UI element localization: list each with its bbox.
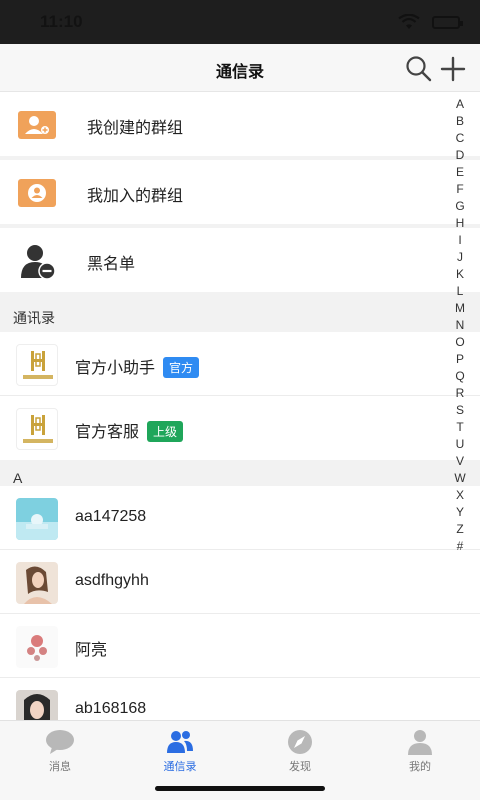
club-logo-avatar: [16, 408, 58, 450]
search-icon[interactable]: [404, 54, 434, 84]
index-letter[interactable]: N: [452, 317, 468, 334]
index-letter[interactable]: D: [452, 147, 468, 164]
section-header-label: 通讯录: [13, 310, 55, 326]
contact-row[interactable]: aa147258: [0, 486, 480, 550]
index-letter[interactable]: B: [452, 113, 468, 130]
compass-icon: [288, 730, 312, 754]
index-letter[interactable]: E: [452, 164, 468, 181]
index-letter[interactable]: G: [452, 198, 468, 215]
contact-name: aa147258: [75, 508, 147, 525]
group-add-icon: [18, 111, 56, 139]
contact-row-official-service[interactable]: 官方客服 上级: [0, 396, 480, 460]
index-letter[interactable]: H: [452, 215, 468, 232]
index-letter[interactable]: J: [452, 249, 468, 266]
wifi-icon: [398, 14, 420, 29]
index-letter[interactable]: Q: [452, 368, 468, 385]
index-letter[interactable]: L: [452, 283, 468, 300]
blacklist-icon: [21, 245, 56, 280]
status-bar: 11:10: [0, 0, 480, 44]
my-created-groups-row[interactable]: 我创建的群组: [0, 92, 480, 156]
blacklist-row[interactable]: 黑名单: [0, 228, 480, 292]
tab-label: 我的: [409, 761, 431, 773]
profile-icon: [408, 730, 432, 755]
home-indicator: [155, 786, 325, 791]
index-letter[interactable]: Z: [452, 521, 468, 538]
section-header-contacts: 通讯录: [0, 298, 480, 332]
index-letter[interactable]: R: [452, 385, 468, 402]
plus-icon[interactable]: [438, 54, 468, 84]
index-letter[interactable]: Y: [452, 504, 468, 521]
index-letter[interactable]: F: [452, 181, 468, 198]
index-letter[interactable]: #: [452, 538, 468, 555]
index-letter[interactable]: P: [452, 351, 468, 368]
group-row-label: 我加入的群组: [87, 188, 184, 205]
index-letter[interactable]: T: [452, 419, 468, 436]
tab-label: 通信录: [163, 761, 197, 773]
tab-contacts[interactable]: 通信录: [120, 729, 240, 774]
contact-row[interactable]: 阿亮: [0, 614, 480, 678]
index-letter[interactable]: I: [452, 232, 468, 249]
tab-label: 发现: [289, 761, 311, 773]
status-time: 11:10: [40, 12, 83, 31]
index-letter[interactable]: M: [452, 300, 468, 317]
contact-name-text: 官方小助手: [75, 360, 156, 377]
tab-label: 消息: [49, 761, 71, 773]
section-header-label: A: [13, 470, 23, 486]
avatar: [16, 690, 58, 720]
club-logo-avatar: [16, 344, 58, 386]
index-letter[interactable]: A: [452, 96, 468, 113]
index-letter[interactable]: K: [452, 266, 468, 283]
my-joined-groups-row[interactable]: 我加入的群组: [0, 160, 480, 224]
tab-discover[interactable]: 发现: [240, 729, 360, 774]
avatar: [16, 562, 58, 604]
group-row-label: 我创建的群组: [87, 120, 184, 137]
contact-row[interactable]: ab168168: [0, 678, 480, 720]
contact-name-text: 官方客服: [75, 424, 140, 441]
tab-profile[interactable]: 我的: [360, 729, 480, 774]
chat-bubble-icon: [46, 730, 74, 754]
contact-name: asdfhgyhh: [75, 572, 149, 589]
tab-messages[interactable]: 消息: [0, 729, 120, 774]
contact-name: 官方客服 上级: [75, 418, 184, 443]
avatar: [16, 498, 58, 540]
index-letter[interactable]: V: [452, 453, 468, 470]
navigation-bar: 通信录: [0, 44, 480, 92]
contact-name: 阿亮: [75, 642, 108, 659]
alphabet-index-bar[interactable]: A B C D E F G H I J K L M N O P Q R S T U V W X Y Z #: [452, 96, 468, 555]
contact-row[interactable]: asdfhgyhh: [0, 550, 480, 614]
avatar: [16, 626, 58, 668]
contact-row-official-assistant[interactable]: 官方小助手 官方: [0, 332, 480, 396]
index-letter[interactable]: W: [452, 470, 468, 487]
superior-badge: 上级: [147, 421, 184, 442]
contact-name: 官方小助手 官方: [75, 354, 200, 379]
official-badge: 官方: [163, 357, 200, 378]
index-letter[interactable]: X: [452, 487, 468, 504]
contacts-list: 我创建的群组 我加入的群组 黑名单 通讯录 官方小助手 官方 官方客服 上级 A…: [0, 92, 480, 720]
battery-icon: [432, 16, 463, 29]
group-row-label: 黑名单: [87, 256, 136, 273]
index-letter[interactable]: S: [452, 402, 468, 419]
contacts-icon: [167, 731, 193, 753]
contact-name: ab168168: [75, 700, 147, 717]
index-letter[interactable]: C: [452, 130, 468, 147]
index-letter[interactable]: O: [452, 334, 468, 351]
group-chat-icon: [18, 179, 56, 207]
index-letter[interactable]: U: [452, 436, 468, 453]
